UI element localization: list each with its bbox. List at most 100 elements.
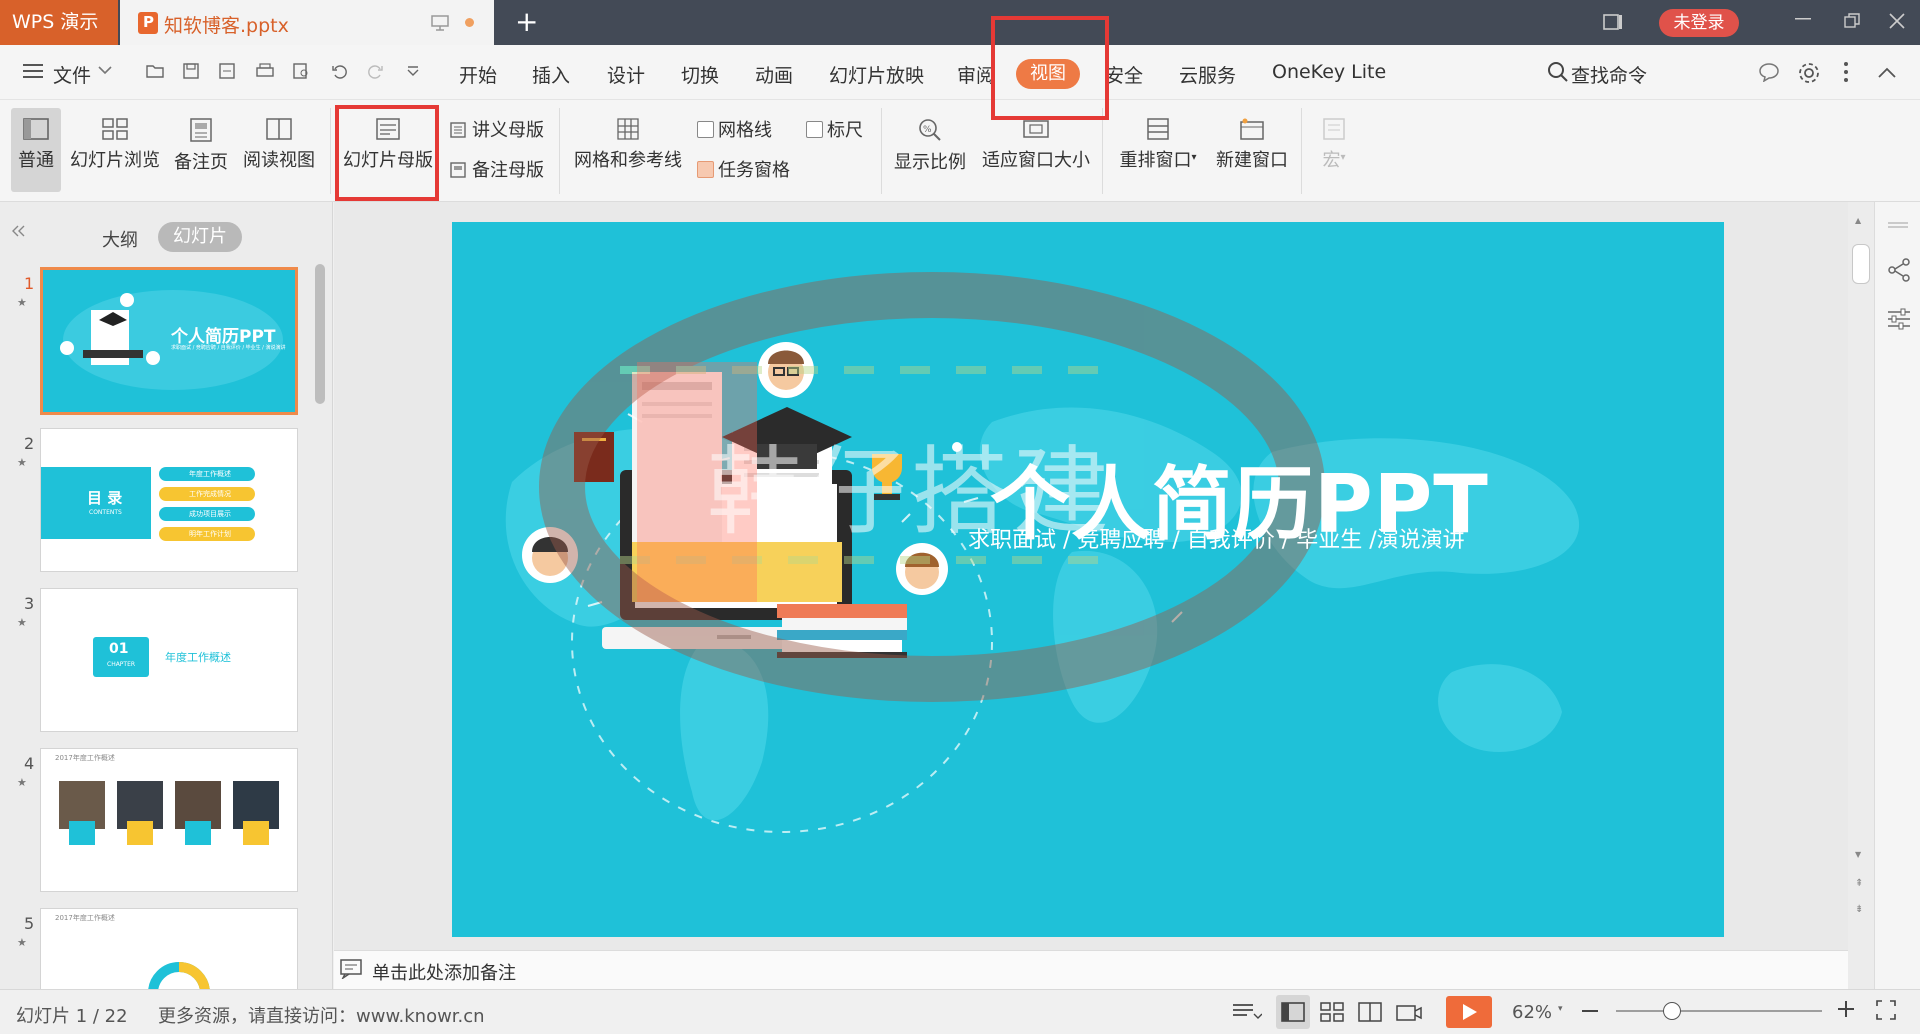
tab-design[interactable]: 设计 bbox=[607, 61, 645, 88]
scroll-up-icon[interactable]: ▲ bbox=[1855, 216, 1861, 225]
tab-slideshow[interactable]: 幻灯片放映 bbox=[829, 61, 924, 88]
highlight-view-tab bbox=[991, 16, 1109, 120]
slide-subtitle[interactable]: 求职面试 / 竞聘应聘 / 自我评价 / 毕业生 /演说演讲 bbox=[968, 522, 1465, 554]
tab-onekey[interactable]: OneKey Lite bbox=[1272, 61, 1386, 83]
slide-thumbnail-2[interactable]: 目 录 CONTENTS 年度工作概述 工作完成情况 成功项目展示 明年工作计划 bbox=[40, 428, 298, 572]
notes-master-button[interactable]: 备注母版 bbox=[450, 156, 544, 182]
undo-icon[interactable] bbox=[331, 63, 347, 79]
tab-security[interactable]: 安全 bbox=[1105, 61, 1143, 88]
zoom-dropdown-icon[interactable]: ▾ bbox=[1558, 1004, 1563, 1014]
sidebar-collapse-icon[interactable] bbox=[1887, 220, 1909, 230]
tab-home[interactable]: 开始 bbox=[459, 61, 497, 88]
presenter-view-icon[interactable] bbox=[1396, 1002, 1422, 1022]
zoom-level[interactable]: 62% bbox=[1512, 1002, 1552, 1023]
tab-animation[interactable]: 动画 bbox=[755, 61, 793, 88]
tab-slides[interactable]: 幻灯片 bbox=[158, 222, 242, 252]
slide-thumbnail-3[interactable]: 01 CHAPTER 年度工作概述 bbox=[40, 588, 298, 732]
document-tab[interactable]: 知软博客.pptx bbox=[120, 0, 494, 45]
notes-placeholder[interactable]: 单击此处添加备注 bbox=[372, 959, 516, 985]
title-bar: WPS 演示 知软博客.pptx + 未登录 bbox=[0, 0, 1920, 45]
login-button[interactable]: 未登录 bbox=[1659, 9, 1739, 37]
normal-view-button[interactable]: 普通 bbox=[11, 108, 61, 192]
tab-review[interactable]: 审阅 bbox=[957, 61, 995, 88]
zoom-icon: % bbox=[918, 118, 942, 142]
animation-star-icon: ★ bbox=[17, 776, 27, 789]
gridlines-checkbox[interactable]: 网格线 bbox=[697, 116, 772, 142]
notes-page-button[interactable]: 备注页 bbox=[171, 108, 231, 174]
grid-guides-button[interactable]: 网格和参考线 bbox=[572, 108, 684, 172]
thumbnail-3-chapter: CHAPTER bbox=[107, 661, 136, 668]
slide-canvas[interactable]: 韩仔搭建 个人简历PPT 求职面试 / 竞聘应聘 / 自我评价 / 毕业生 /演… bbox=[334, 202, 1848, 950]
thumbnail-2-row: 明年工作计划 bbox=[159, 527, 255, 541]
zoom-slider[interactable] bbox=[1616, 1002, 1822, 1020]
book-icon bbox=[266, 118, 292, 140]
close-icon[interactable] bbox=[1888, 12, 1906, 30]
current-slide[interactable]: 韩仔搭建 个人简历PPT 求职面试 / 竞聘应聘 / 自我评价 / 毕业生 /演… bbox=[452, 222, 1724, 937]
next-slide-icon[interactable]: ⇟ bbox=[1855, 904, 1863, 915]
zoom-button[interactable]: % 显示比例 bbox=[892, 108, 968, 174]
notes-master-icon bbox=[450, 162, 466, 178]
hamburger-icon[interactable] bbox=[22, 62, 44, 80]
panel-scrollbar[interactable] bbox=[315, 264, 325, 404]
notes-page-label: 备注页 bbox=[174, 152, 228, 173]
slide-thumbnail-5[interactable]: 2017年度工作概述 bbox=[40, 908, 298, 989]
arrange-windows-button[interactable]: 重排窗口▾ bbox=[1114, 108, 1202, 172]
layout-icon[interactable] bbox=[1602, 12, 1624, 32]
minimize-icon[interactable] bbox=[1795, 18, 1811, 22]
normal-view-status-button[interactable] bbox=[1276, 995, 1310, 1029]
collapse-panel-icon[interactable] bbox=[10, 224, 26, 238]
zoom-out-button[interactable] bbox=[1582, 1010, 1598, 1012]
tab-insert[interactable]: 插入 bbox=[532, 61, 570, 88]
thumbnail-2-row: 工作完成情况 bbox=[159, 487, 255, 501]
tab-outline[interactable]: 大纲 bbox=[102, 226, 138, 252]
zoom-slider-thumb[interactable] bbox=[1662, 1002, 1681, 1020]
view-ribbon: 普通 幻灯片浏览 备注页 阅读视图 幻灯片母版 讲义母版 备注母版 网格和参考线… bbox=[0, 100, 1920, 202]
export-pdf-icon[interactable] bbox=[219, 63, 235, 79]
reading-view-button[interactable]: 阅读视图 bbox=[241, 108, 317, 172]
new-tab-button[interactable]: + bbox=[515, 8, 538, 36]
gridlines-check-icon bbox=[697, 121, 714, 138]
tab-cloud[interactable]: 云服务 bbox=[1179, 61, 1236, 88]
play-slideshow-button[interactable] bbox=[1446, 996, 1492, 1028]
chevron-down-icon[interactable] bbox=[98, 65, 112, 75]
fullscreen-icon[interactable] bbox=[1876, 1000, 1896, 1020]
new-window-button[interactable]: 新建窗口 bbox=[1214, 108, 1290, 172]
scrollbar-thumb[interactable] bbox=[1852, 244, 1870, 284]
gridlines-label: 网格线 bbox=[718, 120, 772, 141]
redo-icon[interactable] bbox=[368, 63, 384, 79]
tab-transition[interactable]: 切换 bbox=[681, 61, 719, 88]
notes-toggle-icon[interactable] bbox=[1232, 1002, 1262, 1022]
comment-icon[interactable] bbox=[1758, 62, 1780, 82]
reading-view-status-icon[interactable] bbox=[1358, 1002, 1382, 1022]
handout-master-button[interactable]: 讲义母版 bbox=[450, 116, 544, 142]
command-search[interactable]: 查找命令 bbox=[1571, 61, 1647, 88]
menu-bar: 文件 开始 插入 设计 切换 动画 幻灯片放映 审阅 视图 安全 云服务 One… bbox=[0, 45, 1920, 100]
collapse-ribbon-icon[interactable] bbox=[1877, 67, 1897, 79]
monitor-icon[interactable] bbox=[430, 14, 450, 32]
notes-pane[interactable]: 单击此处添加备注 bbox=[334, 950, 1848, 989]
slide-browse-button[interactable]: 幻灯片浏览 bbox=[68, 108, 162, 172]
share-icon[interactable] bbox=[1887, 258, 1911, 282]
restore-icon[interactable] bbox=[1843, 12, 1861, 30]
zoom-in-button[interactable] bbox=[1837, 1000, 1855, 1018]
slide-thumbnail-4[interactable]: 2017年度工作概述 bbox=[40, 748, 298, 892]
more-options-icon[interactable] bbox=[1843, 61, 1849, 83]
task-pane-checkbox[interactable]: 任务窗格 bbox=[697, 156, 790, 182]
search-icon[interactable] bbox=[1547, 61, 1569, 83]
gear-icon[interactable] bbox=[1797, 61, 1821, 85]
print-icon[interactable] bbox=[256, 63, 274, 79]
ruler-checkbox[interactable]: 标尺 bbox=[806, 116, 863, 142]
previous-slide-icon[interactable]: ⇞ bbox=[1855, 878, 1863, 889]
ribbon-divider bbox=[559, 108, 560, 194]
save-icon[interactable] bbox=[183, 63, 199, 79]
open-folder-icon[interactable] bbox=[146, 63, 164, 79]
file-menu[interactable]: 文件 bbox=[53, 61, 91, 88]
customize-qat-icon[interactable] bbox=[406, 65, 420, 77]
slide-sorter-status-icon[interactable] bbox=[1320, 1002, 1344, 1022]
print-preview-icon[interactable] bbox=[293, 63, 311, 79]
app-tab[interactable]: WPS 演示 bbox=[0, 0, 118, 45]
slide-thumbnail-1[interactable]: 个人简历PPT 求职面试 / 竞聘应聘 / 自我评价 / 毕业生 / 演说演讲 bbox=[40, 267, 298, 415]
scroll-down-icon[interactable]: ▼ bbox=[1855, 850, 1861, 859]
macro-button[interactable]: 宏▾ bbox=[1316, 108, 1352, 172]
adjust-settings-icon[interactable] bbox=[1887, 308, 1911, 330]
